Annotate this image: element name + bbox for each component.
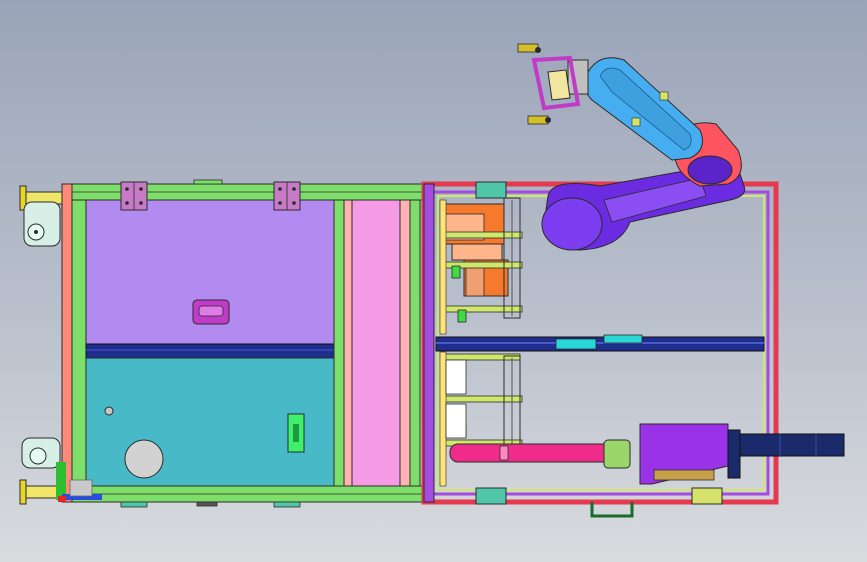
cabinet-right-post-b (409, 199, 421, 487)
caster-wheel-icon (19, 185, 63, 247)
caster-wheel-icon (19, 437, 63, 505)
cabinet-mid-post-b (343, 199, 353, 487)
lower-feeder (439, 351, 523, 487)
cabinet-right-post-a (399, 199, 411, 487)
cad-drawing (19, 43, 845, 518)
cabinet-left-inner-post (71, 199, 87, 487)
upper-feeder (439, 197, 523, 335)
frame-left-post (423, 183, 435, 503)
panel-hole-small (104, 406, 114, 416)
cabinet-divider (85, 343, 335, 359)
cabinet-mid-post-a (333, 199, 345, 487)
robot-arm (517, 43, 746, 251)
center-crossbar (435, 336, 765, 352)
hinge-top-left (120, 181, 148, 211)
left-cabinet (19, 179, 425, 508)
magenta-cylinder (449, 439, 631, 469)
right-frame (421, 181, 845, 518)
pink-door (351, 199, 401, 487)
handle-icon[interactable] (192, 299, 230, 325)
cabinet-left-post (61, 183, 73, 503)
drive-motor (639, 423, 845, 485)
hinge-top-right (273, 181, 301, 211)
cad-viewport[interactable] (0, 0, 867, 562)
panel-cutout-round (124, 439, 164, 479)
